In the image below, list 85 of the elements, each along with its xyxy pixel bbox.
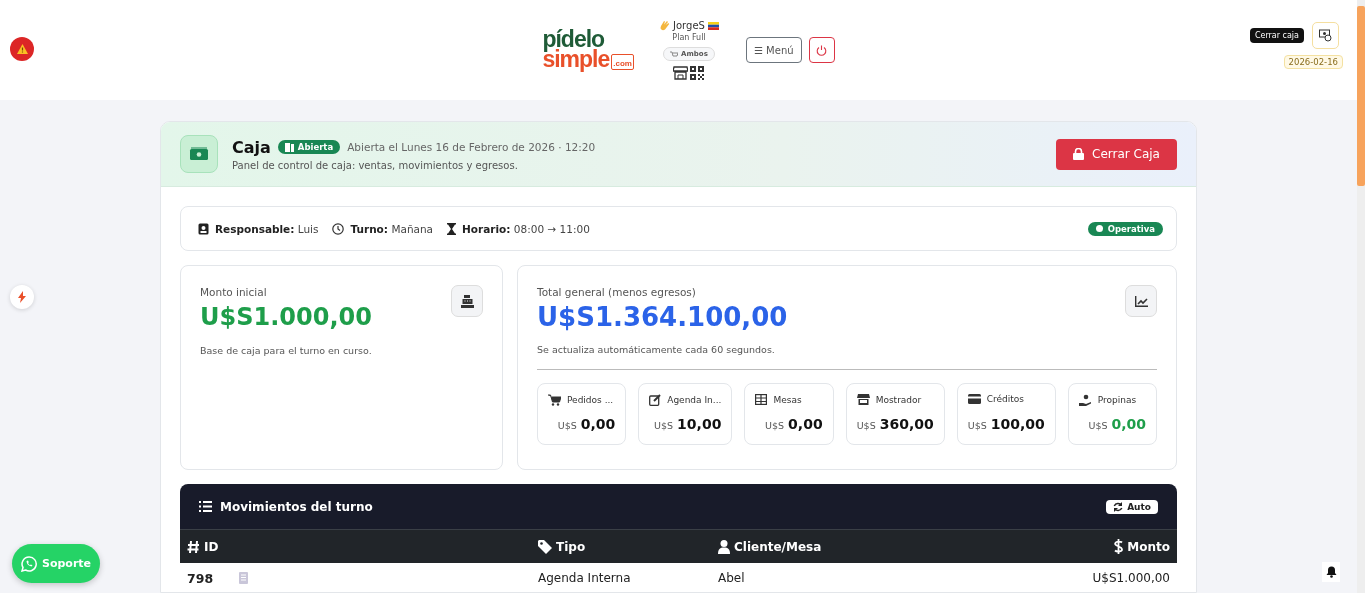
breakdown-label: Pedidos ...	[567, 395, 614, 405]
opened-date: Abierta el Lunes 16 de Febrero de 2026 · 12:20	[347, 141, 596, 153]
power-button[interactable]	[808, 37, 835, 63]
currency-label: U$S	[654, 420, 674, 431]
store-icon	[856, 394, 870, 405]
chart-button[interactable]	[1125, 285, 1157, 317]
close-register-button[interactable]	[1312, 22, 1339, 49]
qr-code-icon[interactable]	[690, 66, 705, 80]
currency-label: U$S	[856, 420, 876, 431]
initial-amount: U$S1.000,00	[200, 303, 373, 331]
chat-icon	[20, 555, 37, 572]
dollar-icon	[1114, 539, 1124, 554]
warning-icon	[16, 44, 28, 54]
notifications-button[interactable]	[1322, 562, 1340, 582]
logo[interactable]: pídelo simple .com	[542, 30, 634, 70]
grid-icon	[755, 394, 768, 405]
status-badge: Abierta	[277, 140, 341, 154]
currency-label: U$S	[765, 420, 785, 431]
store-icon[interactable]	[673, 66, 689, 80]
breakdown-amount: 100,00	[990, 416, 1045, 432]
table-cell: Agenda Interna	[538, 571, 631, 585]
tooltip: Cerrar caja	[1249, 28, 1304, 43]
cash-register-button[interactable]	[451, 285, 483, 317]
table-cell: Abel	[718, 571, 745, 585]
currency-label: U$S	[967, 420, 987, 431]
cash-register-icon	[460, 294, 474, 308]
breakdown-amount: 360,00	[879, 416, 934, 432]
close-register-button[interactable]: Cerrar Caja	[1056, 138, 1177, 170]
info-text: Horario: 08:00 → 11:00	[462, 222, 590, 235]
breakdown-amount: 0,00	[1111, 416, 1146, 432]
refresh-icon	[1113, 501, 1124, 512]
status-badge: Operativa	[1087, 221, 1163, 236]
scrollbar[interactable]	[1357, 0, 1365, 593]
hash-icon	[187, 539, 200, 554]
money-bill-icon	[189, 147, 209, 161]
column-header: Cliente/Mesa	[734, 539, 822, 554]
flag-icon	[707, 21, 719, 30]
bell-icon	[1325, 566, 1337, 578]
tag-icon	[538, 539, 552, 554]
column-header: ID	[204, 539, 219, 554]
table-cell: 798	[187, 570, 214, 586]
breakdown-label: Créditos	[986, 394, 1024, 404]
card-note: Se actualiza automáticamente cada 60 segundos.	[537, 344, 776, 355]
breakdown-label: Propinas	[1097, 395, 1137, 405]
edit-icon	[649, 394, 662, 406]
card-note: Base de caja para el turno en curso.	[200, 345, 373, 356]
menu-button[interactable]: ☰ Menú	[745, 37, 802, 63]
breakdown-amount: 0,00	[580, 416, 616, 432]
clock-icon	[332, 222, 345, 235]
breakdown-amount: 0,00	[788, 416, 823, 432]
card-label: Total general (menos egresos)	[537, 286, 697, 298]
page-title: Caja	[232, 137, 271, 157]
waving-hand-icon	[659, 20, 671, 31]
lightning-icon	[18, 291, 26, 303]
list-icon	[199, 501, 212, 512]
total-amount: U$S1.364.100,00	[537, 302, 789, 332]
credit-card-icon	[967, 394, 981, 404]
lock-icon	[1073, 148, 1084, 160]
breakdown-amount: 10,00	[677, 416, 722, 432]
subtitle: Panel de control de caja: ventas, movimientos y egresos.	[232, 159, 519, 171]
info-text: Turno: Mañana	[350, 222, 434, 235]
cart-icon	[548, 394, 561, 406]
user-name: JorgeS	[673, 20, 705, 31]
column-header: Tipo	[556, 539, 586, 554]
id-badge-icon	[198, 222, 209, 235]
column-header: Monto	[1127, 539, 1170, 554]
auto-refresh-button[interactable]: Auto	[1106, 499, 1158, 514]
power-icon	[816, 44, 828, 56]
quick-action-button[interactable]	[10, 285, 34, 309]
section-title: Movimientos del turno	[220, 499, 373, 514]
plan-label: Plan Full	[672, 33, 706, 42]
cash-icon	[1319, 29, 1332, 42]
currency-label: U$S	[1088, 420, 1108, 431]
line-chart-icon	[1134, 295, 1148, 307]
date-badge: 2026-02-16	[1283, 55, 1343, 69]
breakdown-label: Mesas	[773, 394, 802, 405]
hand-coin-icon	[1078, 394, 1092, 406]
breakdown-label: Agenda In...	[667, 395, 722, 405]
card-label: Monto inicial	[200, 286, 268, 298]
currency-label: U$S	[557, 420, 577, 431]
breakdown-label: Mostrador	[875, 394, 922, 405]
hourglass-icon	[447, 222, 457, 235]
info-text: Responsable: Luis	[215, 222, 319, 235]
table-cell: U$S1.000,00	[1092, 571, 1170, 585]
user-icon	[718, 539, 730, 554]
